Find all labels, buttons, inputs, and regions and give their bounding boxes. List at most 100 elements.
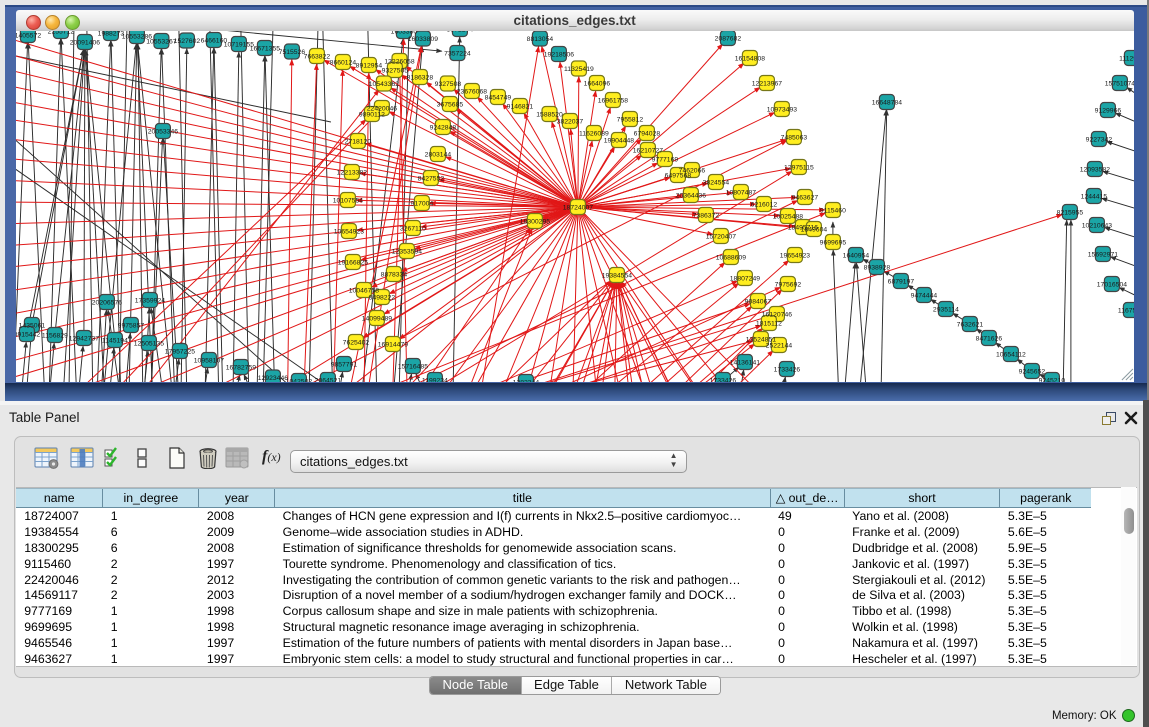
svg-text:1664096: 1664096 bbox=[583, 80, 610, 87]
svg-text:11626089: 11626089 bbox=[579, 130, 609, 137]
svg-text:1988273: 1988273 bbox=[97, 31, 124, 37]
svg-text:1603380: 1603380 bbox=[390, 31, 417, 35]
svg-text:7955812: 7955812 bbox=[616, 116, 643, 123]
svg-text:8498222: 8498222 bbox=[368, 294, 395, 301]
svg-text:9115460: 9115460 bbox=[819, 207, 845, 214]
svg-text:16648784: 16648784 bbox=[871, 99, 901, 106]
svg-text:12505135: 12505135 bbox=[133, 340, 163, 347]
svg-text:9227342: 9227342 bbox=[1085, 136, 1112, 143]
svg-text:8912954: 8912954 bbox=[355, 62, 382, 69]
svg-text:9327505: 9327505 bbox=[381, 67, 408, 74]
svg-text:14099489: 14099489 bbox=[361, 315, 391, 322]
svg-text:12213967: 12213967 bbox=[751, 80, 781, 87]
svg-text:1849604: 1849604 bbox=[800, 226, 827, 233]
svg-text:7663822: 7663822 bbox=[303, 53, 330, 60]
svg-text:19166825: 19166825 bbox=[337, 259, 367, 266]
svg-text:1112954: 1112954 bbox=[1119, 55, 1134, 62]
svg-text:18300295: 18300295 bbox=[519, 218, 549, 225]
svg-text:19654923: 19654923 bbox=[779, 252, 809, 259]
svg-text:8186328: 8186328 bbox=[406, 74, 433, 81]
svg-text:6497568: 6497568 bbox=[664, 172, 691, 179]
svg-text:15716485: 15716485 bbox=[397, 363, 427, 370]
svg-text:10688609: 10688609 bbox=[715, 254, 745, 261]
svg-text:10543362: 10543362 bbox=[368, 81, 398, 88]
svg-text:7515526: 7515526 bbox=[278, 49, 305, 56]
svg-text:18724007: 18724007 bbox=[562, 204, 592, 211]
svg-text:16914479: 16914479 bbox=[377, 341, 407, 348]
svg-text:2255712: 2255712 bbox=[47, 31, 74, 35]
svg-text:3824554: 3824554 bbox=[702, 179, 729, 186]
svg-text:3267110: 3267110 bbox=[399, 225, 425, 232]
svg-text:9327508: 9327508 bbox=[434, 81, 461, 88]
svg-text:8215955: 8215955 bbox=[1056, 209, 1083, 216]
svg-text:9129966: 9129966 bbox=[1094, 107, 1121, 114]
svg-text:2064521: 2064521 bbox=[314, 377, 341, 381]
svg-text:1588520: 1588520 bbox=[536, 111, 563, 118]
svg-text:14136141: 14136141 bbox=[729, 359, 759, 366]
svg-text:9084067: 9084067 bbox=[744, 298, 771, 305]
svg-text:1815112: 1815112 bbox=[755, 320, 781, 327]
svg-text:3675685: 3675685 bbox=[436, 101, 463, 108]
svg-text:7625402: 7625402 bbox=[342, 339, 369, 346]
svg-text:12213382: 12213382 bbox=[336, 169, 366, 176]
svg-text:1405572: 1405572 bbox=[16, 32, 41, 39]
svg-text:1156829: 1156829 bbox=[41, 332, 67, 339]
svg-text:8427552: 8427552 bbox=[417, 175, 444, 182]
svg-text:10046758: 10046758 bbox=[348, 287, 378, 294]
svg-text:8878334: 8878334 bbox=[380, 271, 407, 278]
svg-text:17016504: 17016504 bbox=[1096, 281, 1126, 288]
svg-text:2718120: 2718120 bbox=[344, 138, 371, 145]
svg-text:9857791: 9857791 bbox=[330, 361, 357, 368]
svg-text:9777169: 9777169 bbox=[651, 156, 678, 163]
svg-text:3572274: 3572274 bbox=[446, 31, 473, 33]
svg-text:16961758: 16961758 bbox=[597, 97, 627, 104]
svg-text:1199234: 1199234 bbox=[421, 377, 447, 381]
svg-text:16120746: 16120746 bbox=[761, 311, 791, 318]
svg-text:16033809: 16033809 bbox=[407, 36, 437, 43]
svg-text:10025488: 10025488 bbox=[772, 213, 802, 220]
svg-text:1042502: 1042502 bbox=[285, 378, 312, 381]
svg-text:10654923: 10654923 bbox=[333, 228, 363, 235]
svg-text:10553267: 10553267 bbox=[146, 38, 176, 45]
svg-text:7357224: 7357224 bbox=[444, 50, 471, 57]
svg-text:9474444: 9474444 bbox=[910, 292, 937, 299]
svg-text:20364436: 20364436 bbox=[675, 192, 705, 199]
svg-text:1244415: 1244415 bbox=[1080, 193, 1107, 200]
svg-text:19904448: 19904448 bbox=[603, 137, 633, 144]
svg-text:917004: 917004 bbox=[410, 200, 433, 207]
svg-text:16154808: 16154808 bbox=[734, 55, 764, 62]
svg-text:7386372: 7386372 bbox=[692, 212, 719, 219]
svg-text:23676068: 23676068 bbox=[456, 88, 486, 95]
svg-text:7485063: 7485063 bbox=[780, 134, 807, 141]
svg-text:2935114: 2935114 bbox=[932, 306, 958, 313]
svg-text:9463627: 9463627 bbox=[791, 194, 818, 201]
svg-text:7632621: 7632621 bbox=[956, 321, 983, 328]
svg-text:9146821: 9146821 bbox=[506, 103, 533, 110]
svg-text:20091406: 20091406 bbox=[69, 39, 99, 46]
svg-text:13226058: 13226058 bbox=[384, 58, 414, 65]
svg-text:9975857: 9975857 bbox=[117, 322, 144, 329]
svg-text:2522144: 2522144 bbox=[765, 342, 792, 349]
svg-text:6216012: 6216012 bbox=[750, 201, 777, 208]
svg-text:16671355: 16671355 bbox=[249, 45, 279, 52]
svg-text:19384554: 19384554 bbox=[601, 272, 631, 279]
svg-text:20053346: 20053346 bbox=[147, 128, 177, 135]
svg-text:12942737: 12942737 bbox=[68, 335, 98, 342]
svg-text:9242848: 9242848 bbox=[429, 124, 456, 131]
svg-text:15751074: 15751074 bbox=[1104, 80, 1133, 87]
svg-text:12975115: 12975115 bbox=[784, 164, 814, 171]
svg-text:9245652: 9245652 bbox=[1018, 368, 1045, 375]
svg-text:8454749: 8454749 bbox=[484, 94, 511, 101]
svg-text:10107554: 10107554 bbox=[332, 197, 362, 204]
svg-text:10973493: 10973493 bbox=[766, 106, 796, 113]
svg-text:19218506: 19218506 bbox=[543, 51, 573, 58]
svg-text:16210727: 16210727 bbox=[632, 147, 662, 154]
svg-text:8938928: 8938928 bbox=[863, 264, 890, 271]
svg-text:7975692: 7975692 bbox=[774, 281, 801, 288]
svg-text:8813054: 8813054 bbox=[526, 36, 553, 43]
svg-text:17957225: 17957225 bbox=[164, 348, 194, 355]
svg-text:10654112: 10654112 bbox=[996, 351, 1026, 358]
svg-text:1733426: 1733426 bbox=[773, 366, 800, 373]
svg-text:12353594: 12353594 bbox=[391, 248, 421, 255]
svg-text:8660124: 8660124 bbox=[329, 59, 356, 66]
